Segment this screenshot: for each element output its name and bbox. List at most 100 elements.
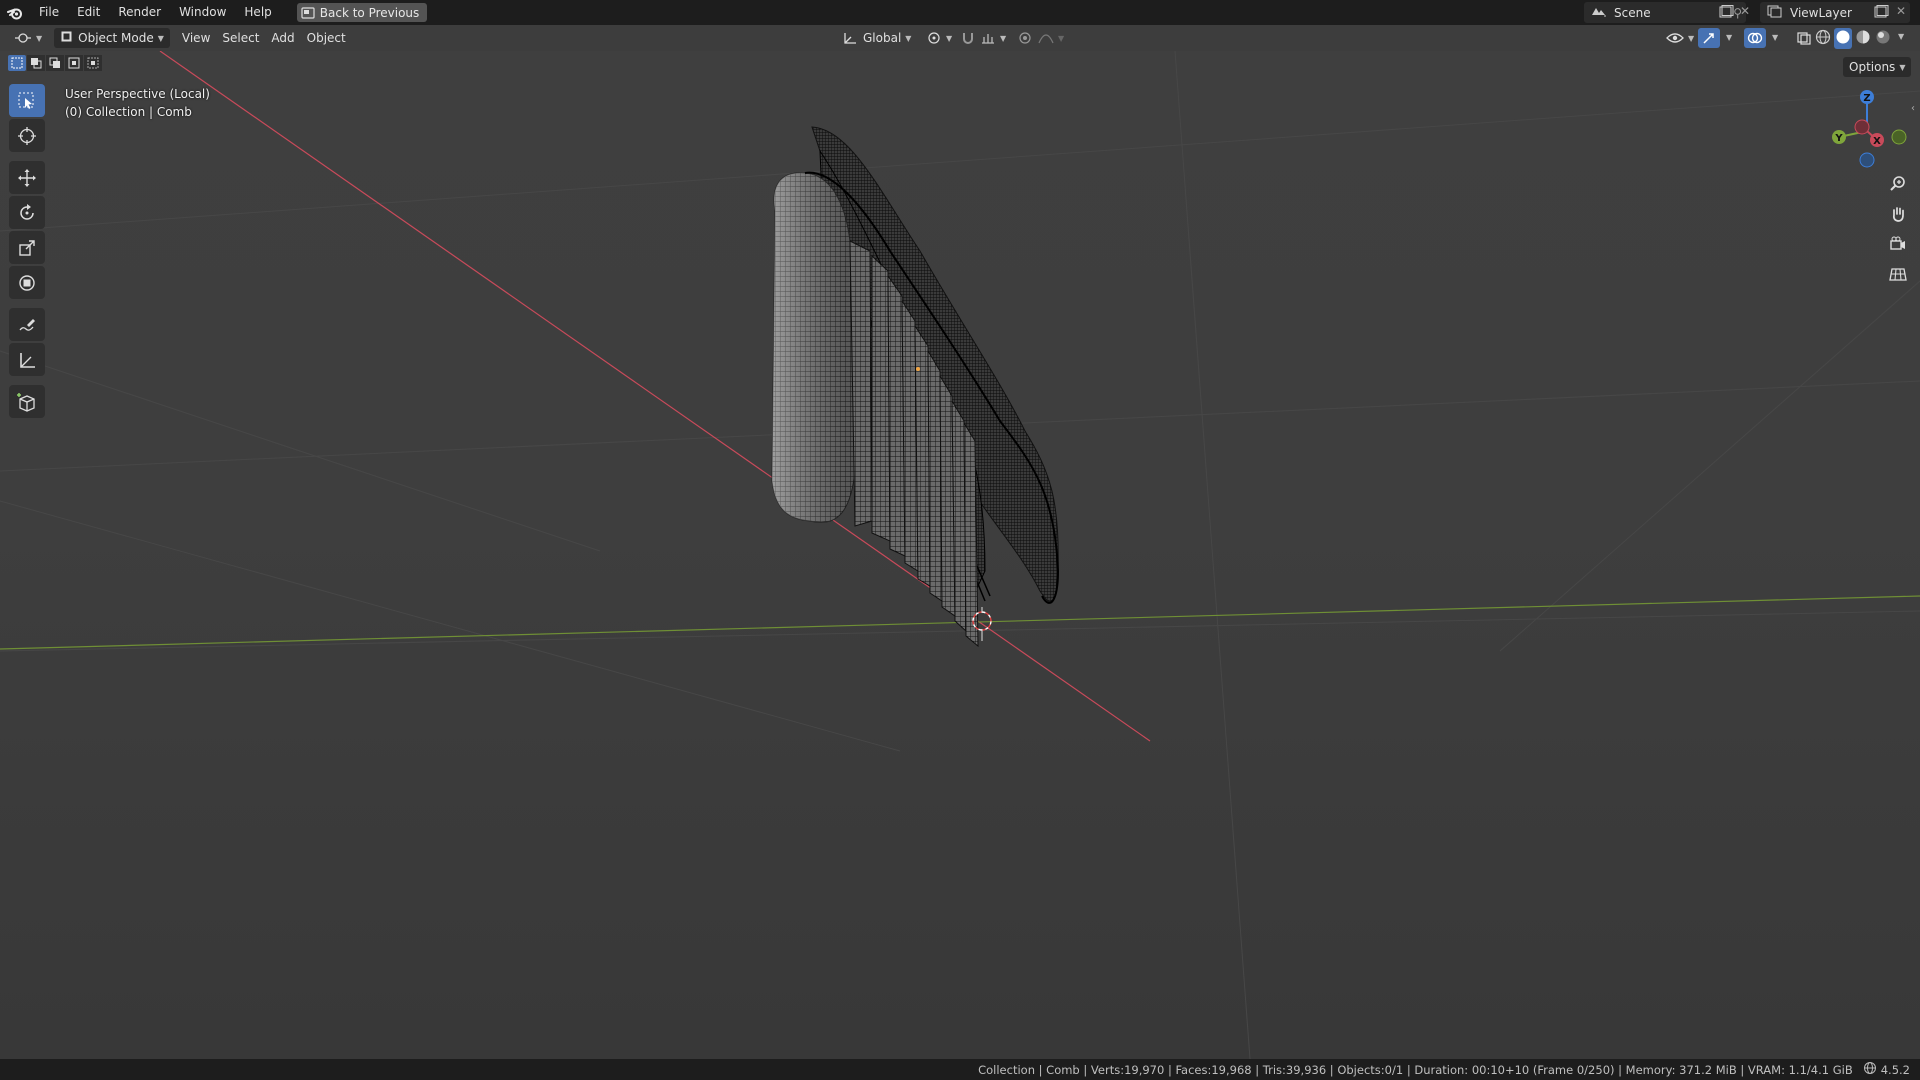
add-cube-tool[interactable] [9, 385, 45, 418]
menu-edit[interactable]: Edit [68, 0, 109, 25]
chevron-down-icon: ▼ [157, 33, 164, 43]
shading-mode-group: ▼ [1814, 28, 1904, 49]
select-box-tool[interactable] [9, 84, 45, 117]
move-arrows-icon [18, 168, 36, 187]
cursor-tool[interactable] [9, 119, 45, 152]
transform-orientation-dropdown[interactable]: Global ▼ [836, 28, 917, 48]
navigation-gizmo[interactable]: Z Y X [1822, 89, 1912, 179]
remove-view-layer-icon[interactable]: ✕ [1896, 4, 1906, 18]
overlays-toggle[interactable] [1744, 28, 1766, 48]
3d-viewport-icon [15, 33, 31, 43]
pan-button[interactable] [1884, 200, 1912, 228]
tool-shelf [8, 84, 46, 420]
rendered-shading-icon[interactable] [1874, 28, 1892, 49]
menu-view[interactable]: View [176, 28, 216, 48]
scene-statistics: Collection | Comb | Verts:19,970 | Faces… [978, 1062, 1853, 1077]
annotate-pencil-icon [19, 318, 35, 331]
scene-name: Scene [1614, 5, 1651, 20]
fullscreen-exit-icon [301, 6, 315, 19]
object-mode-dropdown[interactable]: Object Mode ▼ [54, 28, 170, 48]
options-label: Options [1849, 60, 1896, 74]
chevron-down-icon: ▼ [946, 33, 953, 43]
rotate-icon [20, 203, 34, 220]
snap-increment-icon [982, 34, 994, 44]
comb-spine-shading [772, 172, 855, 523]
measure-tool[interactable] [9, 343, 45, 376]
proportional-edit-icon [1019, 32, 1031, 44]
object-visibility-dropdown[interactable]: ▼ [1660, 28, 1700, 48]
options-dropdown[interactable]: Options ▼ [1843, 57, 1912, 77]
blender-logo-icon[interactable] [0, 0, 30, 25]
chevron-down-icon: ▼ [1000, 33, 1007, 43]
annotate-tool[interactable] [9, 308, 45, 341]
select-intersect-icon[interactable] [84, 55, 102, 71]
remove-scene-icon[interactable]: ✕ [1740, 4, 1750, 18]
gizmo-y-pos[interactable] [1891, 129, 1907, 145]
chevron-down-icon: ▼ [1688, 33, 1695, 43]
gizmo-dropdown-chevron-icon[interactable]: ▼ [1726, 33, 1732, 42]
menu-file[interactable]: File [30, 0, 68, 25]
gizmo-arrow-icon [1703, 33, 1714, 44]
object-mode-icon [60, 30, 73, 46]
pivot-point-dropdown[interactable]: ▼ [920, 28, 958, 48]
view-layer-icon [1760, 4, 1790, 21]
material-shading-icon[interactable] [1854, 28, 1872, 49]
back-to-previous-button[interactable]: Back to Previous [296, 3, 428, 22]
viewport-header: ▼ Object Mode ▼ View Select Add Object G… [0, 25, 1920, 51]
new-scene-icon[interactable] [1718, 5, 1734, 22]
sidebar-toggle-chevron-icon[interactable]: ‹ [1911, 103, 1915, 114]
scale-tool[interactable] [9, 231, 45, 264]
status-bar: Collection | Comb | Verts:19,970 | Faces… [0, 1059, 1920, 1080]
perspective-toggle-button[interactable] [1884, 260, 1912, 288]
gizmo-z-label: Z [1863, 93, 1870, 104]
menu-window[interactable]: Window [170, 0, 235, 25]
transform-tool[interactable] [9, 266, 45, 299]
scale-icon [19, 239, 35, 256]
zoom-button[interactable] [1884, 170, 1912, 198]
menu-help[interactable]: Help [235, 0, 280, 25]
select-subtract-icon[interactable] [46, 55, 64, 71]
scene-icon [1584, 4, 1614, 21]
view-layer-name: ViewLayer [1790, 5, 1852, 20]
overlays-icon [1747, 32, 1763, 44]
new-view-layer-icon[interactable] [1873, 5, 1889, 22]
pivot-icon [928, 32, 940, 44]
overlays-dropdown-chevron-icon[interactable]: ▼ [1772, 33, 1778, 42]
select-extend-icon[interactable] [27, 55, 45, 71]
select-invert-icon[interactable] [65, 55, 83, 71]
globe-icon [1859, 1061, 1881, 1078]
move-tool[interactable] [9, 161, 45, 194]
back-to-previous-label: Back to Previous [319, 5, 420, 20]
menu-add[interactable]: Add [265, 28, 300, 48]
gizmo-y-label: Y [1834, 133, 1843, 144]
gizmo-z-neg[interactable] [1859, 152, 1875, 168]
select-new-icon[interactable] [8, 55, 26, 71]
chevron-down-icon: ▼ [36, 33, 43, 43]
menu-render[interactable]: Render [109, 0, 170, 25]
add-cube-icon [17, 392, 35, 412]
falloff-curve-icon [1038, 34, 1054, 44]
wireframe-shading-icon[interactable] [1814, 28, 1832, 49]
editor-type-selector[interactable]: ▼ [8, 28, 48, 48]
camera-view-button[interactable] [1884, 230, 1912, 258]
selection-mode-group [8, 55, 102, 71]
select-box-icon [18, 92, 34, 109]
snap-target-dropdown[interactable]: ▼ [974, 28, 1012, 48]
object-mode-label: Object Mode [78, 31, 154, 45]
viewport-scene[interactable] [0, 51, 1920, 1059]
menu-select[interactable]: Select [216, 28, 265, 48]
shading-dropdown-chevron-icon[interactable]: ▼ [1898, 32, 1904, 49]
gizmo-x-neg[interactable] [1854, 119, 1870, 135]
menu-object[interactable]: Object [301, 28, 352, 48]
perspective-label: User Perspective (Local) [65, 87, 210, 101]
gizmo-x-label: X [1873, 136, 1881, 147]
chevron-down-icon: ▼ [1899, 62, 1906, 72]
eye-icon [1666, 33, 1684, 43]
gizmo-toggle[interactable] [1698, 28, 1720, 48]
grid-perspective-icon [1889, 268, 1907, 281]
solid-shading-icon[interactable] [1834, 28, 1852, 49]
3d-viewport[interactable]: User Perspective (Local) (0) Collection … [0, 51, 1920, 1059]
proportional-falloff-dropdown[interactable]: ▼ [1032, 28, 1070, 48]
rotate-tool[interactable] [9, 196, 45, 229]
transform-orientation-label: Global [863, 31, 902, 45]
